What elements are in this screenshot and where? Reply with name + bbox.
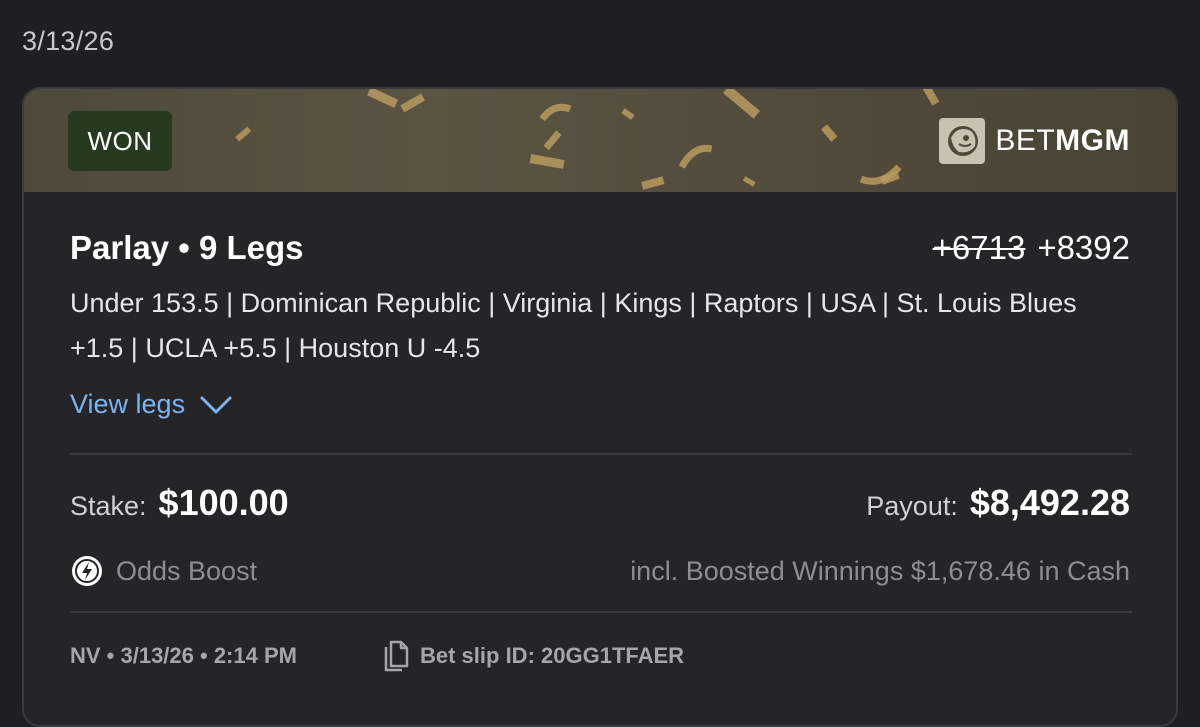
- odds: +6713 +8392: [933, 229, 1130, 267]
- chevron-down-icon: [200, 396, 232, 413]
- divider: [70, 453, 1132, 455]
- date-header: 3/13/26: [22, 26, 115, 56]
- view-legs-button[interactable]: View legs: [70, 389, 233, 420]
- brand-logo: BETMGM: [939, 117, 1130, 165]
- bet-banner: WON BETMGM: [24, 89, 1176, 192]
- won-status-badge: WON: [68, 111, 172, 171]
- bet-slip-id[interactable]: Bet slip ID: 20GG1TFAER: [382, 639, 684, 673]
- boosted-odds: +8392: [1037, 229, 1130, 266]
- bet-card[interactable]: WON BETMGM Parlay • 9 Legs +6713 +8392 U…: [22, 87, 1178, 727]
- odds-boost-label: Odds Boost: [116, 555, 258, 586]
- legs-summary: Under 153.5 | Dominican Republic | Virgi…: [70, 288, 1077, 363]
- copy-icon: [384, 640, 409, 672]
- bet-title: Parlay • 9 Legs: [70, 229, 304, 266]
- lion-icon: [939, 118, 986, 164]
- bet-meta: NV • 3/13/26 • 2:14 PM: [70, 643, 297, 668]
- original-odds: +6713: [932, 229, 1026, 266]
- lightning-bolt-icon: [72, 556, 102, 586]
- brand-name: BETMGM: [995, 124, 1130, 158]
- brand-suffix: MGM: [1055, 124, 1130, 157]
- stake-value: $100.00: [158, 482, 289, 523]
- boosted-winnings-note: incl. Boosted Winnings $1,678.46 in Cash: [630, 556, 1130, 586]
- payout-label: Payout:: [866, 491, 958, 521]
- stake: Stake: $100.00: [70, 482, 289, 524]
- divider: [70, 611, 1132, 613]
- odds-boost: Odds Boost: [70, 554, 257, 588]
- stake-label: Stake:: [70, 491, 147, 521]
- payout-value: $8,492.28: [969, 482, 1130, 523]
- view-legs-label: View legs: [70, 389, 186, 419]
- bet-slip-id-text: Bet slip ID: 20GG1TFAER: [420, 643, 685, 668]
- brand-prefix: BET: [995, 124, 1056, 157]
- payout: Payout: $8,492.28: [866, 482, 1130, 524]
